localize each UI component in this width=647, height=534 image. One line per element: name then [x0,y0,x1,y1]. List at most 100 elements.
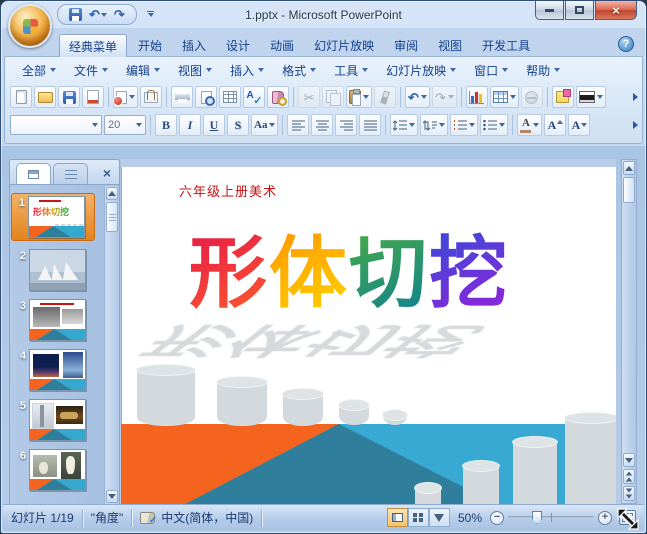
normal-view-button[interactable] [386,508,408,527]
presentation-file-button[interactable] [82,86,104,108]
tab-insert[interactable]: 插入 [173,34,215,57]
slide-title-wordart[interactable]: 形体切挖 [189,211,509,323]
tab-slideshow[interactable]: 幻灯片放映 [305,34,383,57]
toolbar-overflow-icon[interactable] [633,121,638,129]
menu-all[interactable]: 全部 [13,58,65,83]
menu-window[interactable]: 窗口 [465,58,517,83]
print-button[interactable] [171,86,193,108]
qat-customize-button[interactable] [147,11,154,17]
scroll-down-button[interactable] [623,453,635,467]
text-direction-button[interactable] [420,114,449,136]
slideshow-button[interactable] [428,508,450,527]
menu-slideshow[interactable]: 幻灯片放映 [377,58,465,83]
undo-dropdown-icon[interactable] [100,12,107,17]
align-right-button[interactable] [335,114,358,136]
insert-table-button[interactable] [489,86,519,108]
thumbnail-image[interactable] [29,349,86,391]
maximize-button[interactable] [565,1,594,20]
change-case-button[interactable]: Aa [251,114,279,136]
undo-button[interactable]: ↶ [405,86,430,108]
zoom-in-button[interactable]: + [598,510,612,525]
background-style-button[interactable] [575,86,606,108]
title-bar[interactable]: ↶ ↷ 1.pptx - Microsoft PowerPoint × [1,1,646,48]
notes-button[interactable] [551,86,574,108]
office-button[interactable] [8,4,52,48]
help-button[interactable]: ? [618,35,634,52]
chevron-down-icon[interactable] [92,123,98,127]
menu-format[interactable]: 格式 [273,58,325,83]
chevron-down-icon[interactable] [363,95,369,99]
toolbar-overflow-icon[interactable] [633,93,638,101]
new-button[interactable] [10,86,32,108]
tab-review[interactable]: 审阅 [385,34,427,57]
spelling-button[interactable]: A ✓ [243,86,265,108]
chevron-down-icon[interactable] [409,123,416,127]
paste-button[interactable] [346,86,372,108]
page-setup-button[interactable] [219,86,241,108]
slide-sorter-button[interactable] [407,508,429,527]
format-painter-button[interactable] [374,86,396,108]
slide-thumbnail-2[interactable]: 2 [13,249,103,291]
thumbnail-image[interactable] [29,299,86,341]
italic-button[interactable]: I [179,114,201,136]
permission-button[interactable] [113,86,138,108]
insert-chart-button[interactable] [465,86,488,108]
chevron-down-icon[interactable] [509,95,516,99]
grow-font-button[interactable]: A [544,114,567,136]
close-button[interactable]: × [595,1,637,20]
chevron-down-icon[interactable] [533,123,540,127]
slide-thumbnail-3[interactable]: 3 [13,299,103,341]
tab-view[interactable]: 视图 [429,34,471,57]
open-button[interactable] [34,86,56,108]
line-spacing-button[interactable] [390,114,419,136]
thumbnail-image[interactable] [29,399,86,441]
panel-scroll-down-button[interactable] [106,490,118,503]
menu-file[interactable]: 文件 [65,58,117,83]
chevron-down-icon[interactable] [136,123,142,127]
underline-button[interactable]: U [203,114,225,136]
align-center-button[interactable] [311,114,334,136]
menu-view[interactable]: 视图 [169,58,221,83]
font-size-combo[interactable]: 20 [104,115,146,135]
menu-help[interactable]: 帮助 [517,58,569,83]
chevron-down-icon[interactable] [269,123,276,127]
main-scrollbar[interactable] [621,159,637,504]
numbered-list-button[interactable] [450,114,479,136]
tab-slides[interactable] [16,163,51,184]
redo-button[interactable]: ↷ [431,86,457,108]
spell-check-icon[interactable]: ✓ [140,511,157,526]
chevron-down-icon[interactable] [129,95,135,99]
shrink-font-button[interactable]: A [568,114,591,136]
bold-button[interactable]: B [155,114,177,136]
panel-scrollbar[interactable] [104,186,119,504]
align-left-button[interactable] [287,114,310,136]
slide-thumbnail-4[interactable]: 4 [13,349,103,391]
slide-canvas[interactable]: 六年级上册美术 形体切挖 形体切挖 [121,159,616,504]
copy-button[interactable] [322,86,344,108]
course-label[interactable]: 六年级上册美术 [179,181,277,200]
theme-name[interactable]: "角度" [91,509,124,526]
attach-button[interactable] [140,86,162,108]
chevron-down-icon[interactable] [469,123,476,127]
slide-indicator[interactable]: 幻灯片 1/19 [11,509,74,526]
undo-button[interactable]: ↶ [87,6,109,23]
zoom-slider-thumb[interactable] [532,511,543,524]
chevron-down-icon[interactable] [499,123,506,127]
tab-home[interactable]: 开始 [129,34,171,57]
tab-design[interactable]: 设计 [217,34,259,57]
zoom-out-button[interactable]: − [490,510,504,525]
tab-animation[interactable]: 动画 [261,34,303,57]
research-button[interactable] [267,86,289,108]
menu-insert[interactable]: 插入 [221,58,273,83]
slide-thumbnail-1[interactable]: 1 形体切挖 [11,193,95,241]
tab-outline[interactable] [53,163,88,184]
redo-button[interactable]: ↷ [112,6,127,23]
menu-edit[interactable]: 编辑 [117,58,169,83]
text-shadow-button[interactable]: S [227,114,249,136]
print-preview-button[interactable] [195,86,217,108]
bullet-list-button[interactable] [480,114,509,136]
cut-button[interactable]: ✂ [298,86,320,108]
language-indicator[interactable]: 中文(简体，中国) [161,509,253,526]
chevron-down-icon[interactable] [439,123,446,127]
close-panel-button[interactable]: × [101,165,113,184]
